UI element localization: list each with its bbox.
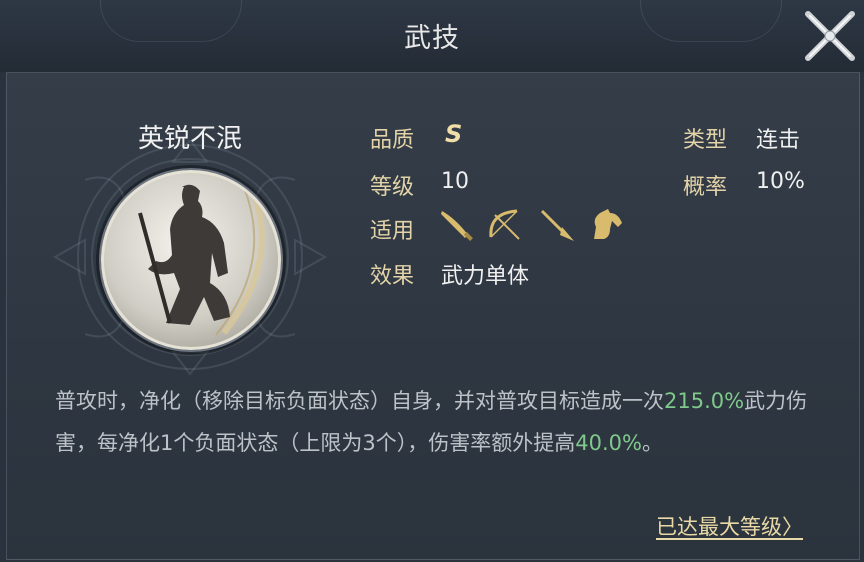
type-label: 类型 xyxy=(683,128,728,153)
bonus-rate-value: 40.0% xyxy=(575,431,642,455)
level-label: 等级 xyxy=(370,175,415,200)
max-level-link[interactable]: 已达最大等级〉 xyxy=(656,511,803,541)
applies-label: 适用 xyxy=(370,219,415,244)
bow-icon xyxy=(485,205,523,243)
damage-rate-value: 215.0% xyxy=(664,389,745,413)
skill-portrait xyxy=(101,170,281,350)
page-title: 武技 xyxy=(404,23,460,54)
effect-value: 武力单体 xyxy=(441,264,530,289)
close-icon xyxy=(805,11,855,61)
chance-value: 10% xyxy=(756,169,805,194)
quality-value: S xyxy=(445,120,463,148)
warrior-silhouette-icon xyxy=(138,184,265,336)
close-button[interactable] xyxy=(800,6,860,66)
saber-icon xyxy=(438,205,476,243)
effect-label: 效果 xyxy=(370,264,415,289)
horse-icon xyxy=(588,205,626,243)
description-text-3: 。 xyxy=(641,431,663,455)
spear-icon xyxy=(538,205,576,243)
skill-description: 普攻时，净化（移除目标负面状态）自身，并对普攻目标造成一次215.0%武力伤害，… xyxy=(55,380,815,464)
chance-label: 概率 xyxy=(683,175,728,200)
type-value: 连击 xyxy=(756,128,801,153)
level-value: 10 xyxy=(441,169,469,194)
description-text-1: 普攻时，净化（移除目标负面状态）自身，并对普攻目标造成一次 xyxy=(55,389,664,413)
quality-label: 品质 xyxy=(370,128,415,153)
skill-name: 英锐不泯 xyxy=(137,124,242,154)
